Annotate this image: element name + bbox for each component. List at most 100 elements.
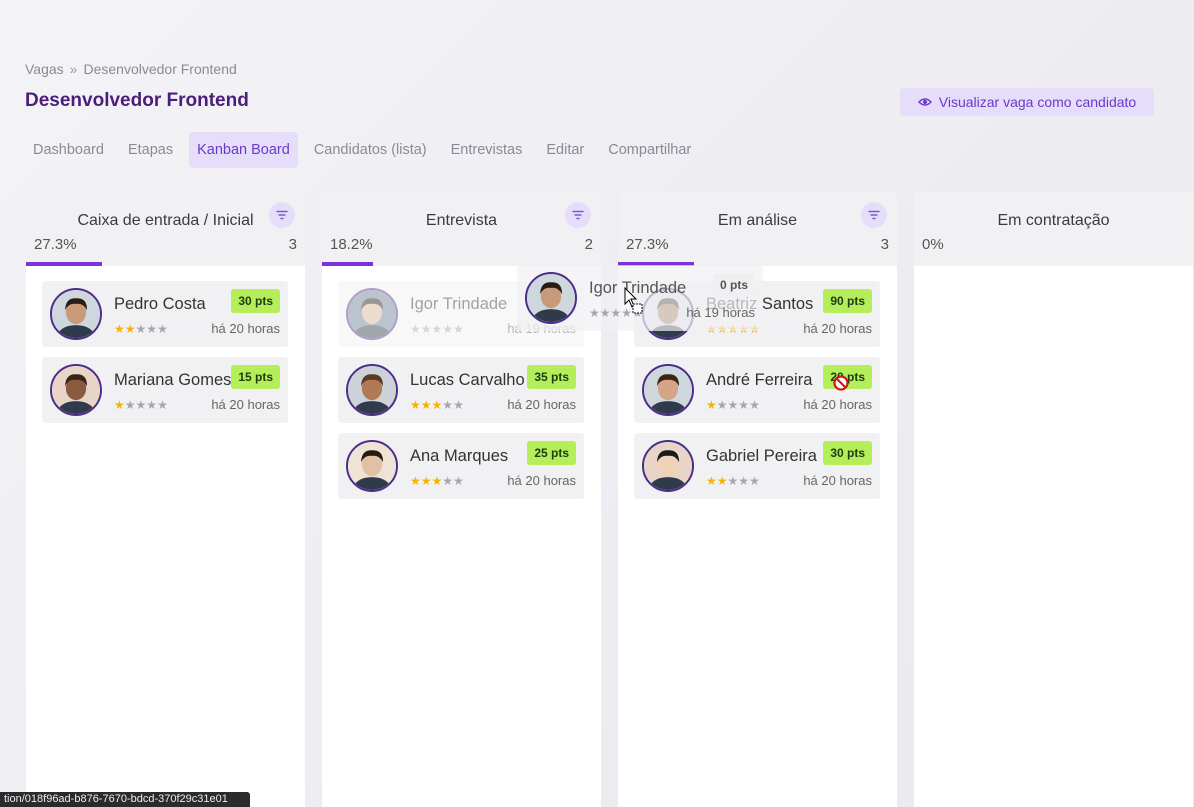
star-icon: ★ — [420, 322, 432, 336]
star-icon: ★ — [410, 474, 421, 488]
avatar — [642, 440, 694, 492]
candidate-card[interactable]: Ana Marques 25 pts ★ ★ ★ ★ ★ há 20 horas — [338, 433, 584, 499]
tab-candidatos-lista[interactable]: Candidatos (lista) — [306, 132, 435, 168]
star-icon: ★ — [453, 398, 464, 412]
tab-kanban-board[interactable]: Kanban Board — [189, 132, 298, 168]
rating-stars: ★★★★★ — [410, 399, 464, 411]
rating-stars: ★★★★★ — [114, 399, 168, 411]
star-icon: ★ — [410, 398, 421, 412]
kanban-column: Em contratação 0% — [914, 192, 1193, 807]
tab-editar[interactable]: Editar — [538, 132, 592, 168]
rating-stars: ★★★★★ — [706, 323, 760, 335]
breadcrumb-vagas-link[interactable]: Vagas — [25, 61, 64, 77]
star-icon: ★ — [716, 322, 728, 336]
created-time: há 20 horas — [803, 397, 872, 412]
column-percent: 27.3% — [626, 236, 669, 253]
rating-stars: ★★★★★ — [706, 399, 760, 411]
candidate-card[interactable]: Beatriz Santos 90 pts ★ ★ ★ ★ ★ há 20 horas — [634, 281, 880, 347]
points-badge: 90 pts — [823, 289, 872, 313]
star-icon: ★ — [431, 322, 443, 336]
star-icon: ★ — [442, 322, 454, 336]
page-title: Desenvolvedor Frontend — [25, 90, 249, 111]
column-progress-bar — [322, 262, 373, 266]
star-icon: ★ — [727, 322, 739, 336]
kanban-column: Caixa de entrada / Inicial 27.3% 3 Pedro Co… — [26, 192, 305, 807]
filter-button[interactable] — [861, 202, 887, 228]
points-badge: 30 pts — [231, 289, 280, 313]
column-title: Em contratação — [997, 212, 1110, 229]
star-icon: ★ — [431, 474, 443, 488]
created-time: há 20 horas — [507, 397, 576, 412]
candidate-name: Ana Marques — [410, 447, 509, 465]
view-as-candidate-button[interactable]: Visualizar vaga como candidato — [900, 88, 1154, 116]
star-icon: ★ — [749, 322, 760, 336]
star-icon: ★ — [157, 322, 168, 336]
star-icon: ★ — [706, 322, 717, 336]
filter-button[interactable] — [565, 202, 591, 228]
star-icon: ★ — [146, 322, 158, 336]
breadcrumb: Vagas » Desenvolvedor Frontend — [25, 61, 237, 77]
avatar — [50, 288, 102, 340]
star-icon: ★ — [716, 398, 728, 412]
tab-compartilhar[interactable]: Compartilhar — [600, 132, 699, 168]
candidate-name: Beatriz Santos — [706, 295, 814, 313]
star-icon: ★ — [114, 398, 125, 412]
star-icon: ★ — [738, 322, 750, 336]
column-progress-track — [26, 262, 305, 266]
star-icon: ★ — [420, 398, 432, 412]
candidate-card[interactable]: Mariana Gomes 15 pts ★ ★ ★ ★ ★ há 20 horas — [42, 357, 288, 423]
candidate-card[interactable]: Gabriel Pereira 30 pts ★ ★ ★ ★ ★ há 20 horas — [634, 433, 880, 499]
tab-etapas[interactable]: Etapas — [120, 132, 181, 168]
candidate-name: Igor Trindade — [410, 295, 508, 313]
points-badge: 25 pts — [527, 441, 576, 465]
candidate-name: Gabriel Pereira — [706, 447, 817, 465]
view-as-candidate-label: Visualizar vaga como candidato — [938, 94, 1137, 110]
column-header: Caixa de entrada / Inicial 27.3% 3 — [26, 192, 305, 266]
no-drop-icon — [833, 375, 849, 391]
rating-stars: ★★★★★ — [410, 475, 464, 487]
points-badge: 0 pts — [533, 289, 576, 313]
column-header: Em contratação 0% — [914, 192, 1193, 266]
avatar — [346, 440, 398, 492]
candidate-name: Mariana Gomes — [114, 371, 232, 389]
avatar — [642, 364, 694, 416]
column-count: 3 — [288, 236, 297, 253]
star-icon: ★ — [453, 474, 464, 488]
star-icon: ★ — [124, 322, 136, 336]
avatar — [50, 364, 102, 416]
avatar — [346, 288, 398, 340]
drag-cursor-icon — [624, 287, 643, 314]
star-icon: ★ — [135, 322, 147, 336]
filter-button[interactable] — [269, 202, 295, 228]
created-time: há 19 horas — [507, 321, 576, 336]
candidate-name: André Ferreira — [706, 371, 813, 389]
created-time: há 20 horas — [803, 321, 872, 336]
breadcrumb-separator: » — [69, 61, 78, 77]
column-progress-track — [914, 262, 1193, 266]
candidate-card[interactable]: Igor Trindade 0 pts ★ ★ ★ ★ ★ há 19 horas — [338, 281, 584, 347]
candidate-card[interactable]: Lucas Carvalho 35 pts ★ ★ ★ ★ ★ há 20 horas — [338, 357, 584, 423]
star-icon: ★ — [442, 474, 454, 488]
column-count: 3 — [880, 236, 889, 253]
created-time: há 20 horas — [507, 473, 576, 488]
rating-stars: ★★★★★ — [114, 323, 168, 335]
tab-dashboard[interactable]: Dashboard — [25, 132, 112, 168]
breadcrumb-current: Desenvolvedor Frontend — [83, 61, 237, 77]
filter-icon — [868, 210, 880, 220]
kanban-column: Em análise 27.3% 3 Beatriz Santos 90 pts ★ ★ ★ ★… — [618, 192, 897, 807]
points-badge: 35 pts — [527, 365, 576, 389]
star-icon: ★ — [749, 474, 760, 488]
candidate-card[interactable]: Pedro Costa 30 pts ★ ★ ★ ★ ★ há 20 horas — [42, 281, 288, 347]
filter-icon — [276, 210, 288, 220]
status-bar-url: tion/018f96ad-b876-7670-bdcd-370f29c31e0… — [0, 792, 250, 807]
column-title: Em análise — [717, 212, 798, 229]
column-progress-track — [322, 262, 601, 266]
star-icon: ★ — [410, 322, 421, 336]
star-icon: ★ — [431, 398, 443, 412]
column-count: 2 — [584, 236, 593, 253]
star-icon: ★ — [135, 398, 147, 412]
star-icon: ★ — [738, 474, 750, 488]
tab-entrevistas[interactable]: Entrevistas — [443, 132, 531, 168]
created-time: há 20 horas — [211, 397, 280, 412]
column-title: Caixa de entrada / Inicial — [77, 212, 254, 229]
